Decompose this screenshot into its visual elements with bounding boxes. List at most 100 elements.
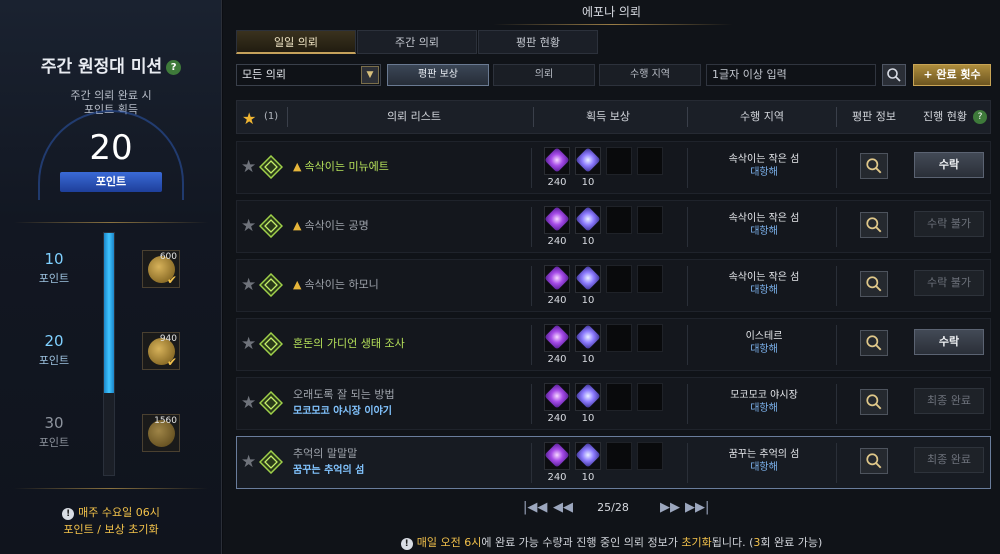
reward-value: 240	[547, 472, 567, 483]
reward-slot[interactable]	[575, 147, 601, 175]
reputation-info-button[interactable]	[860, 271, 888, 297]
exclamation-icon: !	[400, 538, 413, 550]
add-completion-button[interactable]: + 완료 횟수	[913, 64, 991, 86]
weekly-mission-panel: 주간 원정대 미션? 주간 의뢰 완료 시 포인트 획득 20 포인트 10 포…	[0, 0, 222, 554]
quest-region: 꿈꾸는 추억의 섬 대항해	[709, 448, 819, 474]
divider	[14, 488, 208, 489]
reputation-info-button[interactable]	[860, 389, 888, 415]
reward-slot[interactable]	[544, 265, 570, 293]
magnifier-icon	[866, 158, 882, 174]
quest-title-text: 혼돈의 가디언 생태 조사	[293, 337, 405, 350]
quest-action-button[interactable]: 수락 불가	[914, 270, 984, 296]
toolbar: 모든 의뢰 ▼ 평판 보상 의뢰 수행 지역 1글자 이상 입력 + 완료 횟수	[236, 64, 991, 86]
reputation-info-button[interactable]	[860, 153, 888, 179]
reward-slot[interactable]	[575, 324, 601, 352]
tier-value: 30	[44, 414, 64, 432]
tab-weekly[interactable]: 주간 의뢰	[357, 30, 477, 54]
favorite-filter-star-icon[interactable]: ★	[242, 109, 256, 128]
tier-reward[interactable]: 940 ✔	[142, 332, 180, 370]
divider	[531, 266, 532, 306]
reward-slot[interactable]	[544, 442, 570, 470]
reputation-info-button[interactable]	[860, 212, 888, 238]
column-region: 수행 지역	[740, 110, 784, 123]
magnifier-icon	[866, 394, 882, 410]
reputation-info-button[interactable]	[860, 448, 888, 474]
quest-action-button[interactable]: 최종 완료	[914, 388, 984, 414]
footer-part-4: 됩니다. (	[711, 536, 754, 549]
quest-row[interactable]: ★ ▲ 속삭이는 미뉴에트 240 10 속삭이는 작은 섬 대항해 수락	[236, 141, 991, 194]
region-name: 속삭이는 작은 섬	[728, 154, 800, 165]
divider	[687, 107, 688, 127]
quest-row[interactable]: ★ ▲ 속삭이는 하모니 240 10 속삭이는 작은 섬 대항해 수락 불가	[236, 259, 991, 312]
divider	[533, 107, 534, 127]
empty-reward-slot	[606, 442, 632, 470]
quest-subtitle: 꿈꾸는 추억의 섬	[293, 465, 365, 476]
quest-action-button[interactable]: 수락	[914, 329, 984, 355]
tab-reputation[interactable]: 평판 현황	[478, 30, 598, 54]
urgent-icon: ▲	[293, 278, 302, 291]
reward-value: 10	[581, 177, 595, 188]
region-category: 대항해	[750, 167, 778, 178]
quest-title-text: 속삭이는 미뉴에트	[304, 160, 389, 173]
reward-slot[interactable]	[575, 265, 601, 293]
empty-reward-slot	[606, 324, 632, 352]
help-icon[interactable]: ?	[166, 60, 182, 75]
tier-reward[interactable]: 1560	[142, 414, 180, 452]
tier-reward[interactable]: 600 ✔	[142, 250, 180, 288]
chevron-down-icon[interactable]: ▼	[361, 66, 379, 84]
search-button[interactable]	[882, 64, 906, 86]
quest-emblem-icon	[259, 391, 283, 415]
reputation-info-button[interactable]	[860, 330, 888, 356]
divider	[836, 384, 837, 424]
next-page-icon[interactable]: ▶▶	[660, 500, 680, 515]
purple-gem-icon	[544, 383, 570, 409]
help-icon[interactable]: ?	[973, 110, 987, 124]
quest-emblem-icon	[259, 155, 283, 179]
favorite-star-icon[interactable]: ★	[241, 157, 256, 177]
reward-slot[interactable]	[575, 206, 601, 234]
divider	[836, 107, 837, 127]
favorite-star-icon[interactable]: ★	[241, 275, 256, 295]
quest-row[interactable]: ★ ▲ 속삭이는 공명 240 10 속삭이는 작은 섬 대항해 수락 불가	[236, 200, 991, 253]
divider	[836, 325, 837, 365]
urgent-icon: ▲	[293, 160, 302, 173]
check-icon: ✔	[166, 355, 177, 369]
divider	[531, 325, 532, 365]
region-name: 꿈꾸는 추억의 섬	[728, 449, 800, 460]
select-value: 모든 의뢰	[242, 68, 286, 81]
search-input[interactable]: 1글자 이상 입력	[706, 64, 876, 86]
quest-action-button[interactable]: 수락	[914, 152, 984, 178]
quest-row[interactable]: ★ 혼돈의 가디언 생태 조사 240 10 이스테르 대항해 수락	[236, 318, 991, 371]
favorite-star-icon[interactable]: ★	[241, 334, 256, 354]
reward-slot[interactable]	[544, 383, 570, 411]
quest-action-button[interactable]: 최종 완료	[914, 447, 984, 473]
last-page-icon[interactable]: ▶▶|	[685, 500, 709, 515]
quest-row[interactable]: ★ 추억의 말말말 꿈꾸는 추억의 섬 240 10 꿈꾸는 추억의 섬 대항해…	[236, 436, 991, 489]
prev-page-icon[interactable]: ◀◀	[553, 500, 573, 515]
sort-region-button[interactable]: 수행 지역	[599, 64, 701, 86]
favorite-star-icon[interactable]: ★	[241, 452, 256, 472]
region-category: 대항해	[750, 403, 778, 414]
divider	[687, 443, 688, 483]
notice-line-1: 매주 수요일 06시	[78, 506, 160, 519]
divider	[836, 266, 837, 306]
favorite-star-icon[interactable]: ★	[241, 393, 256, 413]
region-name: 속삭이는 작은 섬	[728, 272, 800, 283]
first-page-icon[interactable]: |◀◀	[523, 500, 547, 515]
quest-title: ▲ 속삭이는 미뉴에트	[293, 158, 389, 174]
reward-slot[interactable]	[575, 442, 601, 470]
sort-quest-button[interactable]: 의뢰	[493, 64, 595, 86]
sort-reputation-reward-button[interactable]: 평판 보상	[387, 64, 489, 86]
reward-slot[interactable]	[575, 383, 601, 411]
region-category: 대항해	[750, 462, 778, 473]
reward-slot[interactable]	[544, 147, 570, 175]
quest-title: ▲ 속삭이는 하모니	[293, 276, 379, 292]
quest-action-button[interactable]: 수락 불가	[914, 211, 984, 237]
reward-slot[interactable]	[544, 206, 570, 234]
favorite-star-icon[interactable]: ★	[241, 216, 256, 236]
tab-daily[interactable]: 일일 의뢰	[236, 30, 356, 54]
quest-list-header: ★ (1) 의뢰 리스트 획득 보상 수행 지역 평판 정보 진행 현황 ?	[236, 100, 991, 134]
quest-row[interactable]: ★ 오래도록 잘 되는 방법 모코모코 야시장 이야기 240 10 모코모코 …	[236, 377, 991, 430]
quest-filter-select[interactable]: 모든 의뢰 ▼	[236, 64, 381, 86]
reward-slot[interactable]	[544, 324, 570, 352]
